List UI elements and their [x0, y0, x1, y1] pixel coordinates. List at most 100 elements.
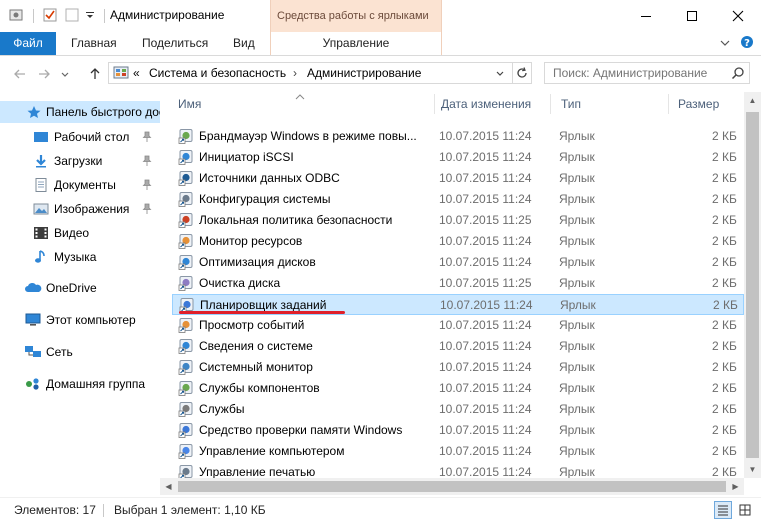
file-row[interactable]: Просмотр событий 10.07.2015 11:24 Ярлык 2 К… [172, 315, 744, 336]
breadcrumb-chevron-icon[interactable]: › [293, 66, 297, 80]
nav-item-pictures[interactable]: Изображения [0, 198, 160, 220]
checkmark-icon[interactable] [41, 6, 59, 24]
customize-toolbar-dropdown[interactable] [83, 6, 97, 24]
column-divider[interactable] [668, 94, 669, 114]
tab-view[interactable]: Вид [225, 32, 263, 55]
shortcut-icon [178, 275, 194, 291]
vertical-scrollbar[interactable]: ▲ ▼ [744, 92, 761, 478]
nav-item-label: Панель быстрого доступа [46, 105, 160, 119]
desktop-icon [33, 130, 49, 144]
download-icon [33, 154, 49, 168]
large-icons-view-icon[interactable] [736, 501, 754, 519]
nav-item-downloads[interactable]: Загрузки [0, 150, 160, 172]
nav-item-quick-access[interactable]: Панель быстрого доступа [0, 101, 160, 123]
horizontal-scrollbar[interactable]: ◀ ▶ [160, 478, 744, 495]
shortcut-icon [178, 317, 194, 333]
file-row[interactable]: Средство проверки памяти Windows 10.07.20… [172, 420, 744, 441]
file-name: Источники данных ODBC [199, 171, 340, 185]
file-row[interactable]: Оптимизация дисков 10.07.2015 11:24 Ярлык 2… [172, 252, 744, 273]
file-row[interactable]: Управление компьютером 10.07.2015 11:24 Яр… [172, 441, 744, 462]
forward-button[interactable] [34, 64, 54, 84]
star-icon [26, 105, 42, 119]
file-type: Ярлык [559, 402, 595, 416]
pin-icon[interactable] [142, 203, 152, 215]
maximize-button[interactable] [669, 0, 715, 32]
file-date: 10.07.2015 11:24 [439, 150, 532, 164]
shortcut-icon [178, 254, 194, 270]
breadcrumb-administration[interactable]: Администрирование [307, 66, 421, 80]
file-type: Ярлык [559, 129, 595, 143]
nav-item-onedrive[interactable]: OneDrive [0, 277, 160, 299]
horizontal-scroll-thumb[interactable] [178, 481, 726, 492]
column-header-label: Тип [561, 97, 582, 111]
scroll-down-icon[interactable]: ▼ [744, 461, 761, 478]
up-button[interactable] [85, 64, 105, 84]
file-type: Ярлык [560, 298, 596, 312]
file-row[interactable]: Службы 10.07.2015 11:24 Ярлык 2 КБ [172, 399, 744, 420]
file-row[interactable]: Конфигурация системы 10.07.2015 11:24 Ярлы… [172, 189, 744, 210]
tab-home[interactable]: Главная [63, 32, 125, 55]
vertical-scroll-thumb[interactable] [746, 112, 759, 458]
scroll-right-icon[interactable]: ▶ [727, 478, 744, 495]
file-row[interactable]: Монитор ресурсов 10.07.2015 11:24 Ярлык 2 К… [172, 231, 744, 252]
pin-icon[interactable] [142, 131, 152, 143]
refresh-icon[interactable] [515, 66, 529, 83]
breadcrumb-system-security[interactable]: Система и безопасность [149, 66, 286, 80]
file-list: Имя Дата изменения Тип Размер Брандмауэр… [160, 92, 761, 497]
nav-item-this-pc[interactable]: Этот компьютер [0, 309, 160, 331]
recent-locations-dropdown[interactable] [58, 64, 72, 84]
properties-icon[interactable] [7, 6, 25, 24]
search-icon[interactable] [731, 66, 745, 83]
tab-share[interactable]: Поделиться [134, 32, 216, 55]
file-row[interactable]: Очистка диска 10.07.2015 11:25 Ярлык 2 КБ [172, 273, 744, 294]
file-row[interactable]: Локальная политика безопасности 10.07.201… [172, 210, 744, 231]
file-date: 10.07.2015 11:24 [439, 423, 532, 437]
scroll-up-icon[interactable]: ▲ [744, 92, 761, 109]
nav-item-video[interactable]: Видео [0, 222, 160, 244]
address-dropdown-icon[interactable] [495, 67, 505, 82]
nav-item-label: Документы [54, 178, 116, 192]
file-name: Службы компонентов [199, 381, 320, 395]
column-header-label: Имя [178, 97, 202, 111]
close-button[interactable] [715, 0, 761, 32]
file-row[interactable]: Источники данных ODBC 10.07.2015 11:24 Ярл… [172, 168, 744, 189]
file-row[interactable]: Службы компонентов 10.07.2015 11:24 Ярлык 2… [172, 378, 744, 399]
address-bar[interactable]: « Система и безопасность › Администриров… [108, 62, 532, 84]
nav-item-homegroup[interactable]: Домашняя группа [0, 373, 160, 395]
help-icon[interactable]: ? [740, 35, 754, 52]
tab-file[interactable]: Файл [0, 32, 56, 55]
details-view-icon[interactable] [714, 501, 732, 519]
column-header-date[interactable]: Дата изменения [435, 92, 555, 116]
nav-item-desktop[interactable]: Рабочий стол [0, 126, 160, 148]
new-folder-icon[interactable] [63, 6, 81, 24]
pin-icon[interactable] [142, 155, 152, 167]
shortcut-icon [178, 401, 194, 417]
scroll-left-icon[interactable]: ◀ [160, 478, 177, 495]
pictures-icon [33, 202, 49, 216]
expand-ribbon-icon[interactable] [720, 37, 730, 51]
search-input[interactable] [553, 65, 723, 81]
nav-item-music[interactable]: Музыка [0, 246, 160, 268]
nav-item-documents[interactable]: Документы [0, 174, 160, 196]
back-button[interactable] [10, 64, 30, 84]
nav-item-label: Музыка [54, 250, 97, 264]
column-header-type[interactable]: Тип [555, 92, 670, 116]
file-date: 10.07.2015 11:24 [439, 318, 532, 332]
file-date: 10.07.2015 11:25 [439, 276, 532, 290]
music-icon [33, 250, 49, 264]
video-icon [33, 226, 49, 240]
file-row[interactable]: Системный монитор 10.07.2015 11:24 Ярлык 2 … [172, 357, 744, 378]
column-divider[interactable] [550, 94, 551, 114]
breadcrumb-overflow[interactable]: « [133, 66, 140, 80]
search-box[interactable] [544, 62, 750, 84]
file-row[interactable]: Брандмауэр Windows в режиме повы... 10.07… [172, 126, 744, 147]
tab-manage[interactable]: Управление [270, 32, 442, 55]
file-date: 10.07.2015 11:24 [439, 255, 532, 269]
file-row[interactable]: Сведения о системе 10.07.2015 11:24 Ярлык 2… [172, 336, 744, 357]
column-header-size[interactable]: Размер [672, 92, 752, 116]
network-icon [24, 345, 41, 359]
nav-item-network[interactable]: Сеть [0, 341, 160, 363]
minimize-button[interactable] [623, 0, 669, 32]
file-row[interactable]: Инициатор iSCSI 10.07.2015 11:24 Ярлык 2 КБ [172, 147, 744, 168]
pin-icon[interactable] [142, 179, 152, 191]
